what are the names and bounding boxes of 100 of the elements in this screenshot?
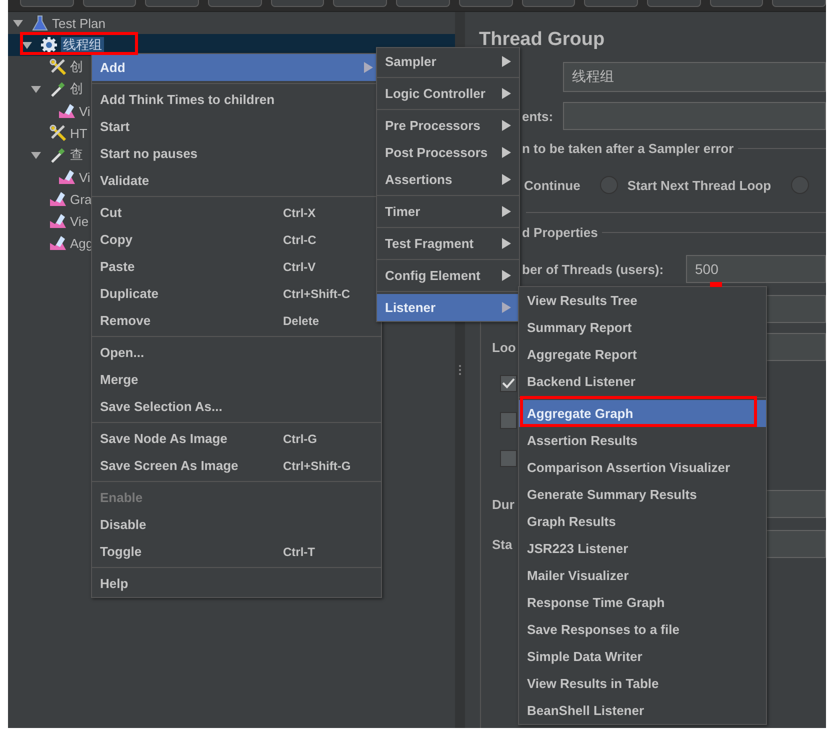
tree-item[interactable]: Vi [79,103,90,119]
menu-item[interactable]: Post Processors [377,139,519,166]
submenu-arrow-icon [502,88,511,99]
menu-item[interactable]: Save Node As Image Ctrl-G [92,425,381,452]
panel-title: Thread Group [479,29,605,51]
tree-item[interactable]: Gra [70,191,92,207]
submenu-arrow-icon [502,302,511,313]
submenu-arrow-icon [364,62,373,73]
menu-item[interactable]: Graph Results [519,508,766,535]
menu-item[interactable]: Response Time Graph [519,589,766,616]
toolbar-button[interactable] [584,0,638,7]
threads-field[interactable]: 500 [686,255,826,283]
flask-icon [31,14,49,32]
toolbar-button[interactable] [396,0,450,7]
menu-item[interactable]: Mailer Visualizer [519,562,766,589]
field-label: Sta [492,536,512,552]
menu-item[interactable]: Assertions [377,166,519,193]
menu-item[interactable]: BeanShell Listener [519,697,766,724]
expand-toggle-icon[interactable] [31,150,41,160]
toolbar-button[interactable] [646,0,701,7]
menu-item[interactable]: Merge [92,366,381,393]
radio-button[interactable] [791,176,810,194]
gear-icon [40,36,58,54]
menu-item[interactable]: Generate Summary Results [519,481,766,508]
submenu-arrow-icon [502,120,511,131]
menu-item[interactable]: View Results Tree [519,287,766,314]
submenu-arrow-icon [502,147,511,158]
highlight-dash [710,282,722,287]
checkbox[interactable] [500,450,517,466]
field-label: Dur [492,496,514,512]
menu-item[interactable]: Config Element [377,262,519,289]
checkbox[interactable] [500,374,517,392]
expand-toggle-icon[interactable] [31,84,41,94]
menu-item[interactable]: Pre Processors [377,112,519,139]
tree-item[interactable]: HT [70,125,88,141]
menu-item[interactable]: Save Selection As... [92,393,381,420]
toolbar-button[interactable] [208,0,262,7]
toolbar-button[interactable] [270,0,324,7]
chart-icon [49,212,67,230]
toolbar-button[interactable] [522,0,576,7]
toolbar-button[interactable] [710,0,764,7]
menu-item[interactable]: Aggregate Report [519,341,766,368]
comments-field[interactable] [563,102,826,130]
menu-item[interactable]: Assertion Results [519,427,766,454]
menu-item[interactable]: Toggle Ctrl-T [92,538,381,565]
menu-item[interactable]: Open... [92,339,381,366]
name-field[interactable]: 线程组 [563,62,826,92]
field-label: Loo [492,340,516,354]
toolbar-button[interactable] [20,0,74,7]
tree-item[interactable]: Vi [79,169,90,185]
check-icon [502,378,515,388]
radio-label: Start Next Thread Loop [627,178,772,192]
radio-button[interactable] [600,176,618,194]
tree-item[interactable]: 查 [70,147,83,163]
tree-item[interactable]: Test Plan [52,15,106,31]
dropper-icon [49,146,67,164]
checkbox[interactable] [500,412,517,428]
section-title: n to be taken after a Sampler error [522,140,734,156]
tree-item[interactable]: 创 [70,59,83,75]
tools-icon [49,124,67,142]
submenu-arrow-icon [502,238,511,249]
menu-item[interactable]: Save Screen As Image Ctrl+Shift-G [92,452,381,479]
expand-toggle-icon[interactable] [13,18,23,28]
toolbar-button[interactable] [145,0,200,7]
toolbar-button[interactable] [772,0,826,7]
expand-toggle-icon[interactable] [22,40,32,50]
chart-icon [49,190,67,208]
menu-item[interactable]: JSR223 Listener [519,535,766,562]
section-title: d Properties [522,224,598,240]
submenu-arrow-icon [502,206,511,217]
chart-icon [58,102,76,120]
tree-item[interactable]: 线程组 [61,37,104,53]
menu-item[interactable]: Logic Controller [377,80,519,107]
tree-item[interactable]: 创 [70,81,83,97]
menu-item[interactable]: Disable [92,511,381,538]
tree-item[interactable]: Vie [70,213,89,229]
menu-item[interactable]: Summary Report [519,314,766,341]
submenu-arrow-icon [502,174,511,185]
dropper-icon [49,80,67,98]
menu-item[interactable]: View Results in Table [519,670,766,697]
field-label: ents: [522,108,554,124]
submenu-arrow-icon [502,56,511,67]
chart-icon [58,168,76,186]
menu-item[interactable]: Comparison Assertion Visualizer [519,454,766,481]
menu-item[interactable]: Save Responses to a file [519,616,766,643]
menu-item[interactable]: Backend Listener [519,368,766,395]
menu-item[interactable]: Listener [377,294,519,321]
chart-icon [49,234,67,252]
tools-icon [49,58,67,76]
radio-label: Continue [524,178,580,192]
field-label: ber of Threads (users): [522,262,665,276]
menu-item[interactable]: Timer [377,198,519,225]
toolbar-button[interactable] [333,0,388,7]
toolbar-button[interactable] [458,0,512,7]
menu-item[interactable]: Simple Data Writer [519,643,766,670]
submenu-arrow-icon [502,270,511,281]
toolbar-button[interactable] [82,0,136,7]
splitter-grip-icon[interactable] [458,364,462,376]
menu-item[interactable]: Help [92,570,381,597]
menu-item[interactable]: Test Fragment [377,230,519,257]
